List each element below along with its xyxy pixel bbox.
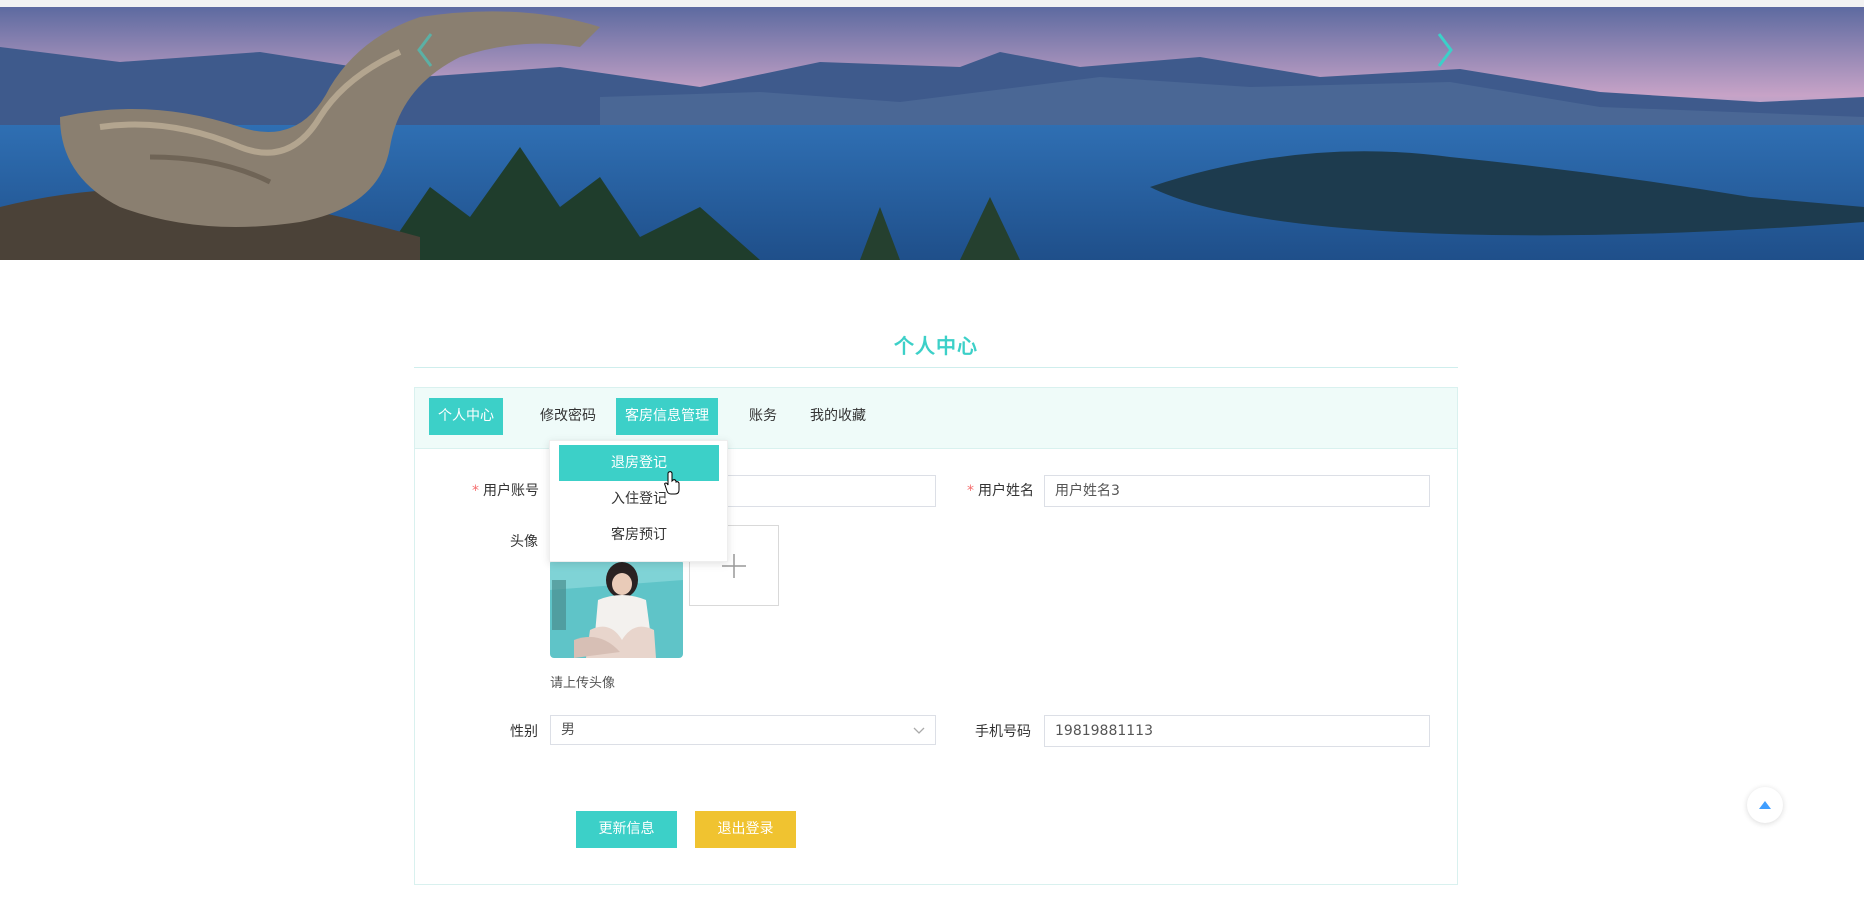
- tab-room-management[interactable]: 客房信息管理: [616, 398, 718, 435]
- name-label: * 用户姓名: [967, 480, 1034, 500]
- avatar-label: 头像: [510, 534, 538, 550]
- hand-pointer-icon: [664, 471, 680, 499]
- room-management-dropdown: 退房登记 入住登记 客房预订: [549, 440, 728, 562]
- gender-label: 性别: [510, 724, 538, 740]
- banner-prev-button[interactable]: [410, 25, 440, 75]
- required-mark: *: [967, 483, 974, 499]
- required-mark: *: [472, 483, 479, 499]
- logout-button[interactable]: 退出登录: [695, 811, 796, 848]
- account-label: * 用户账号: [472, 480, 539, 500]
- account-label-text: 用户账号: [483, 483, 539, 499]
- phone-label: 手机号码: [975, 724, 1031, 740]
- banner-next-button[interactable]: [1430, 25, 1460, 75]
- title-divider: [414, 367, 1458, 368]
- avatar-hint: 请上传头像: [550, 676, 616, 691]
- page-title: 个人中心: [894, 334, 978, 358]
- update-info-button[interactable]: 更新信息: [576, 811, 677, 848]
- gender-select-value: 男: [561, 722, 575, 738]
- tab-favorites[interactable]: 我的收藏: [801, 398, 875, 435]
- phone-input[interactable]: 19819881113: [1044, 715, 1430, 747]
- caret-up-icon: [1759, 801, 1771, 809]
- menu-item-checkout[interactable]: 退房登记: [559, 445, 719, 481]
- tab-change-password[interactable]: 修改密码: [531, 398, 605, 435]
- top-strip: [0, 0, 1864, 7]
- tab-personal-center[interactable]: 个人中心: [429, 398, 503, 435]
- name-input[interactable]: 用户姓名3: [1044, 475, 1430, 507]
- tab-accounts[interactable]: 账务: [740, 398, 786, 435]
- chevron-down-icon: [913, 727, 925, 734]
- banner-carousel[interactable]: [0, 7, 1864, 260]
- name-label-text: 用户姓名: [978, 483, 1034, 499]
- chevron-right-icon: [1437, 33, 1453, 67]
- banner-image: [0, 7, 1864, 260]
- chevron-left-icon: [417, 33, 433, 67]
- gender-select[interactable]: 男: [550, 715, 936, 745]
- menu-item-checkin[interactable]: 入住登记: [559, 481, 719, 517]
- back-to-top-button[interactable]: [1747, 787, 1783, 823]
- menu-item-reservation[interactable]: 客房预订: [559, 517, 719, 553]
- avatar-image: [550, 560, 683, 658]
